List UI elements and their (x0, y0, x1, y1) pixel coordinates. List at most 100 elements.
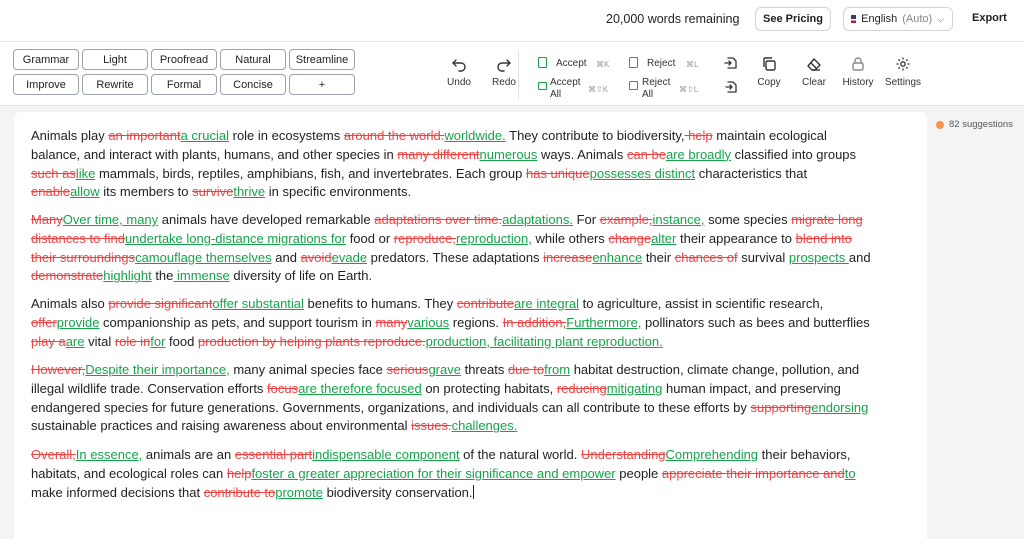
inserted-text[interactable]: evade (332, 250, 367, 265)
deleted-text[interactable]: help (684, 128, 713, 143)
inserted-text[interactable]: immense (173, 268, 230, 283)
inserted-text[interactable]: endorsing (811, 400, 868, 415)
inserted-text[interactable]: a crucial (181, 128, 229, 143)
deleted-text[interactable]: contribute to (204, 485, 276, 500)
add-style-button[interactable]: + (289, 74, 355, 95)
deleted-text[interactable]: reproduce, (394, 231, 456, 246)
file-export-icon[interactable] (724, 80, 738, 94)
suggestions-indicator[interactable]: 82 suggestions (936, 119, 1013, 130)
deleted-text[interactable]: chances of (675, 250, 738, 265)
text-editor[interactable]: Animals play an importanta crucial role … (14, 112, 927, 539)
style-improve-button[interactable]: Improve (13, 74, 79, 95)
file-import-icon[interactable] (724, 56, 738, 70)
inserted-text[interactable]: to (845, 466, 856, 481)
see-pricing-button[interactable]: See Pricing (755, 7, 831, 31)
inserted-text[interactable]: are broadly (666, 147, 731, 162)
deleted-text[interactable]: change (608, 231, 651, 246)
inserted-text[interactable]: allow (70, 184, 100, 199)
inserted-text[interactable]: adaptations. (502, 212, 573, 227)
inserted-text[interactable]: Furthermore, (566, 315, 641, 330)
inserted-text[interactable]: various (407, 315, 449, 330)
style-proofread-button[interactable]: Proofread (151, 49, 217, 70)
deleted-text[interactable]: example, (600, 212, 653, 227)
inserted-text[interactable]: Comprehending (666, 447, 759, 462)
paragraph-3[interactable]: Animals also provide significantoffer su… (31, 295, 871, 351)
copy-button[interactable]: Copy (749, 56, 789, 88)
inserted-text[interactable]: highlight (103, 268, 151, 283)
style-light-button[interactable]: Light (82, 49, 148, 70)
deleted-text[interactable]: serious (387, 362, 429, 377)
inserted-text[interactable]: enhance (592, 250, 642, 265)
inserted-text[interactable]: grave (428, 362, 461, 377)
inserted-text[interactable]: like (76, 166, 96, 181)
inserted-text[interactable]: are integral (514, 296, 579, 311)
deleted-text[interactable]: adaptations over time. (374, 212, 502, 227)
inserted-text[interactable]: are therefore focused (298, 381, 422, 396)
paragraph-2[interactable]: ManyOver time, many animals have develop… (31, 211, 871, 286)
inserted-text[interactable]: thrive (233, 184, 265, 199)
deleted-text[interactable]: such as (31, 166, 76, 181)
deleted-text[interactable]: avoid (301, 250, 332, 265)
inserted-text[interactable]: provide (57, 315, 100, 330)
paragraph-1[interactable]: Animals play an importanta crucial role … (31, 127, 871, 202)
deleted-text[interactable]: around the world. (344, 128, 444, 143)
deleted-text[interactable]: In addition, (503, 315, 567, 330)
inserted-text[interactable]: promote (275, 485, 323, 500)
inserted-text[interactable]: indispensable component (312, 447, 459, 462)
style-concise-button[interactable]: Concise (220, 74, 286, 95)
inserted-text[interactable]: prospects (789, 250, 849, 265)
inserted-text[interactable]: undertake long-distance migrations for (125, 231, 346, 246)
deleted-text[interactable]: provide significant (108, 296, 212, 311)
deleted-text[interactable]: enable (31, 184, 70, 199)
deleted-text[interactable]: many different (397, 147, 479, 162)
inserted-text[interactable]: In essence, (76, 447, 143, 462)
inserted-text[interactable]: foster a greater appreciation for their … (251, 466, 615, 481)
deleted-text[interactable]: survive (192, 184, 233, 199)
deleted-text[interactable]: Overall, (31, 447, 76, 462)
undo-button[interactable]: Undo (439, 56, 479, 88)
inserted-text[interactable]: alter (651, 231, 676, 246)
style-streamline-button[interactable]: Streamline (289, 49, 355, 70)
deleted-text[interactable]: demonstrate (31, 268, 103, 283)
deleted-text[interactable]: supporting (751, 400, 812, 415)
inserted-text[interactable]: offer substantial (212, 296, 304, 311)
inserted-text[interactable]: Over time, many (63, 212, 158, 227)
deleted-text[interactable]: help (227, 466, 252, 481)
history-button[interactable]: History (838, 56, 878, 88)
paragraph-5[interactable]: Overall,In essence, animals are an essen… (31, 446, 871, 502)
deleted-text[interactable]: role in (115, 334, 150, 349)
deleted-text[interactable]: offer (31, 315, 57, 330)
deleted-text[interactable]: Many (31, 212, 63, 227)
language-select[interactable]: English (Auto) ⌵ (843, 7, 953, 31)
paragraph-4[interactable]: However,Despite their importance, many a… (31, 361, 871, 436)
style-natural-button[interactable]: Natural (220, 49, 286, 70)
deleted-text[interactable]: appreciate their importance and (662, 466, 845, 481)
deleted-text[interactable]: due to (508, 362, 544, 377)
deleted-text[interactable]: However, (31, 362, 85, 377)
inserted-text[interactable]: for (150, 334, 165, 349)
inserted-text[interactable]: challenges. (452, 418, 518, 433)
inserted-text[interactable]: numerous (480, 147, 538, 162)
deleted-text[interactable]: production by helping plants reproduce. (198, 334, 426, 349)
inserted-text[interactable]: mitigating (607, 381, 663, 396)
style-rewrite-button[interactable]: Rewrite (82, 74, 148, 95)
deleted-text[interactable]: an important (108, 128, 180, 143)
deleted-text[interactable]: can be (627, 147, 666, 162)
inserted-text[interactable]: camouflage themselves (135, 250, 272, 265)
clear-button[interactable]: Clear (794, 56, 834, 88)
inserted-text[interactable]: reproduction, (456, 231, 532, 246)
inserted-text[interactable]: production, facilitating plant reproduct… (426, 334, 663, 349)
deleted-text[interactable]: Understanding (581, 447, 666, 462)
deleted-text[interactable]: issues. (411, 418, 451, 433)
deleted-text[interactable]: play a (31, 334, 66, 349)
deleted-text[interactable]: reducing (557, 381, 607, 396)
inserted-text[interactable]: from (544, 362, 570, 377)
inserted-text[interactable]: instance, (652, 212, 704, 227)
inserted-text[interactable]: are (66, 334, 85, 349)
settings-button[interactable]: Settings (883, 56, 923, 88)
deleted-text[interactable]: contribute (457, 296, 514, 311)
deleted-text[interactable]: focus (267, 381, 298, 396)
inserted-text[interactable]: possesses distinct (590, 166, 696, 181)
deleted-text[interactable]: increase (543, 250, 592, 265)
deleted-text[interactable]: many (375, 315, 407, 330)
